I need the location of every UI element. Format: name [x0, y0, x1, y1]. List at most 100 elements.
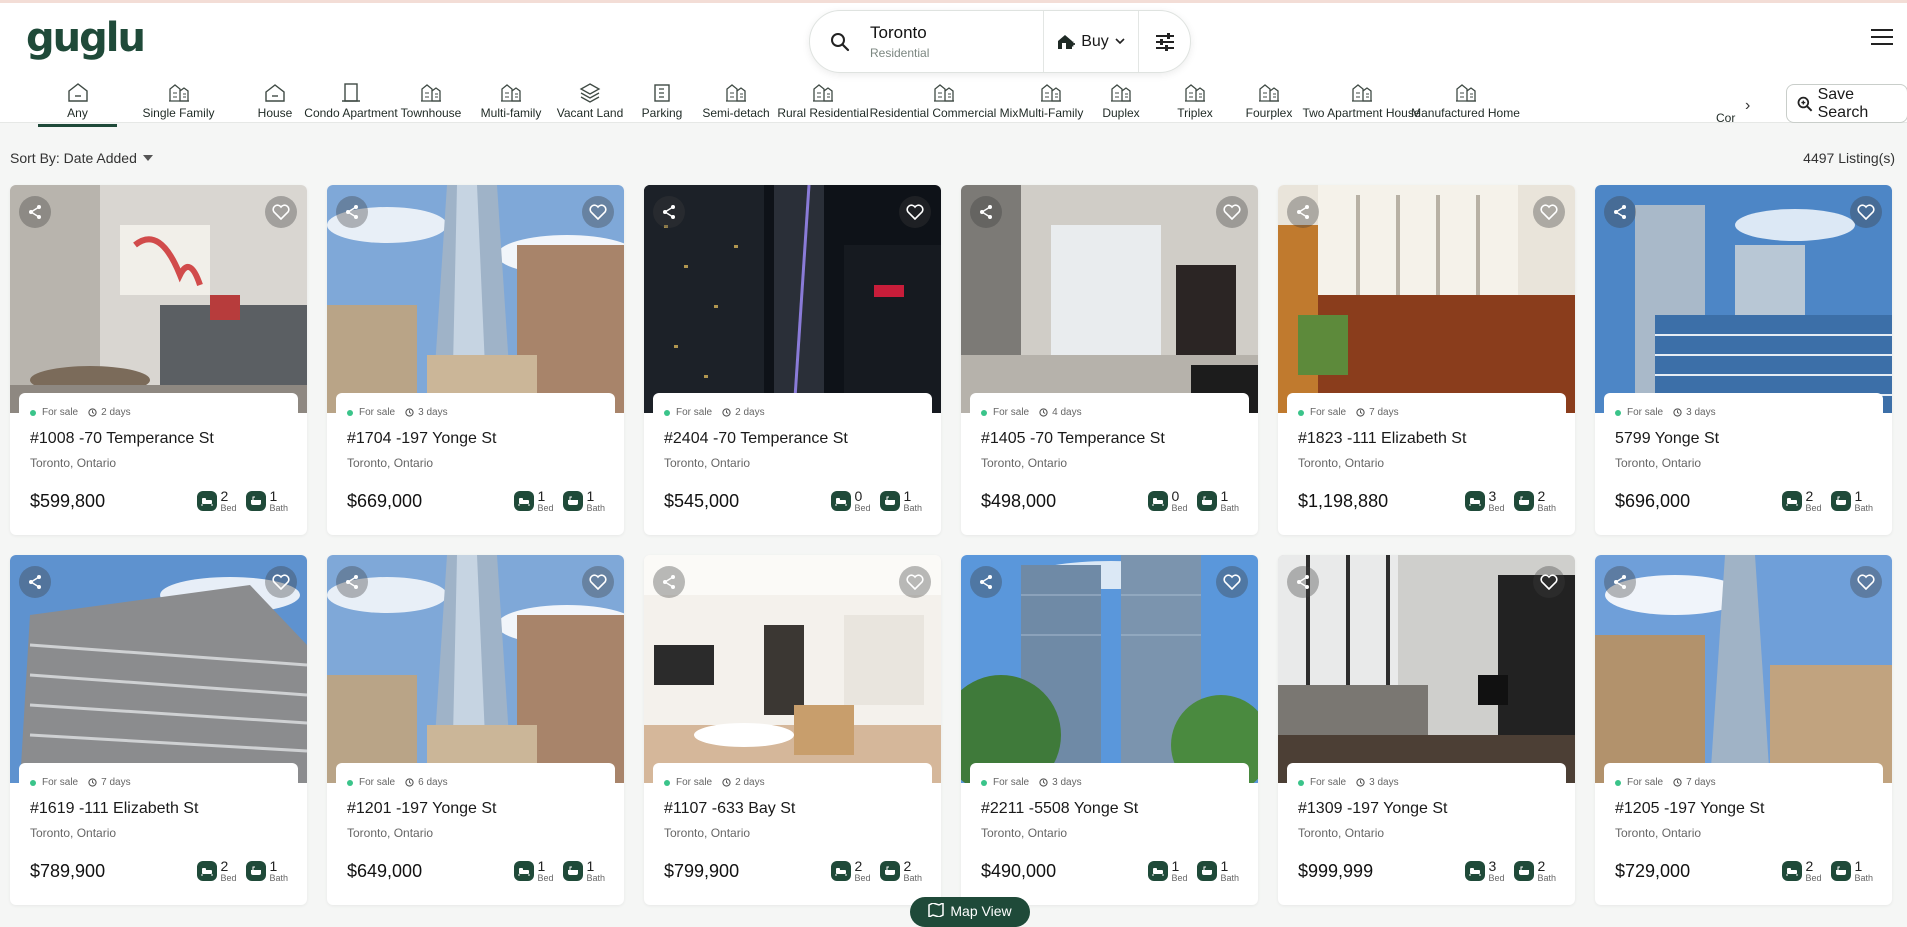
listing-photo[interactable]: [961, 185, 1258, 413]
listing-address[interactable]: #1823 -111 Elizabeth St: [1298, 430, 1556, 448]
heart-icon[interactable]: [1850, 196, 1882, 228]
listing-photo[interactable]: [10, 555, 307, 783]
category-clipped-label[interactable]: Cor: [1716, 111, 1735, 125]
share-icon[interactable]: [970, 196, 1002, 228]
listing-address[interactable]: #2211 -5508 Yonge St: [981, 800, 1239, 818]
listing-card[interactable]: For sale 3 days #1309 -197 Yonge St Toro…: [1278, 555, 1575, 905]
listing-address[interactable]: #1405 -70 Temperance St: [981, 430, 1239, 448]
category-residential-commercial-mix[interactable]: Residential Commercial Mix: [870, 81, 1018, 125]
bed-count: 1: [1171, 858, 1180, 874]
category-rural-residential[interactable]: Rural Residential: [776, 81, 870, 125]
listing-age: 3 days: [1686, 407, 1716, 418]
listing-address[interactable]: #1309 -197 Yonge St: [1298, 800, 1556, 818]
category-multi-family[interactable]: Multi-family: [470, 81, 552, 125]
listing-card[interactable]: For sale 7 days #1205 -197 Yonge St Toro…: [1595, 555, 1892, 905]
category-two-apartment-house[interactable]: Two Apartment House: [1302, 81, 1421, 125]
listing-card[interactable]: For sale 3 days 5799 Yonge St Toronto, O…: [1595, 185, 1892, 535]
category-duplex[interactable]: Duplex: [1084, 81, 1158, 125]
listing-card[interactable]: For sale 2 days #1107 -633 Bay St Toront…: [644, 555, 941, 905]
share-icon[interactable]: [1287, 196, 1319, 228]
listing-card[interactable]: For sale 6 days #1201 -197 Yonge St Toro…: [327, 555, 624, 905]
listing-card[interactable]: For sale 7 days #1619 -111 Elizabeth St …: [10, 555, 307, 905]
listing-address[interactable]: #1619 -111 Elizabeth St: [30, 800, 288, 818]
listing-card[interactable]: For sale 3 days #2211 -5508 Yonge St Tor…: [961, 555, 1258, 905]
listing-card[interactable]: For sale 7 days #1823 -111 Elizabeth St …: [1278, 185, 1575, 535]
heart-icon[interactable]: [265, 566, 297, 598]
listing-address[interactable]: #2404 -70 Temperance St: [664, 430, 922, 448]
listing-price: $490,000: [981, 860, 1057, 881]
heart-icon[interactable]: [1850, 566, 1882, 598]
category-townhouse[interactable]: Townhouse: [392, 81, 470, 125]
heart-icon[interactable]: [265, 196, 297, 228]
share-icon[interactable]: [653, 566, 685, 598]
listing-card[interactable]: For sale 4 days #1405 -70 Temperance St …: [961, 185, 1258, 535]
listing-photo[interactable]: [644, 555, 941, 783]
listing-address[interactable]: #1107 -633 Bay St: [664, 800, 922, 818]
buy-dropdown[interactable]: Buy: [1044, 11, 1139, 72]
share-icon[interactable]: [1287, 566, 1319, 598]
listing-address[interactable]: #1201 -197 Yonge St: [347, 800, 605, 818]
heart-icon[interactable]: [582, 566, 614, 598]
listing-card[interactable]: For sale 2 days #2404 -70 Temperance St …: [644, 185, 941, 535]
listing-address[interactable]: #1704 -197 Yonge St: [347, 430, 605, 448]
sort-dropdown[interactable]: Sort By: Date Added: [10, 150, 153, 166]
guglu-logo[interactable]: guglu: [26, 15, 146, 61]
share-icon[interactable]: [970, 566, 1002, 598]
category-fourplex[interactable]: Fourplex: [1232, 81, 1306, 125]
listing-card[interactable]: For sale 2 days #1008 -70 Temperance St …: [10, 185, 307, 535]
save-search-button[interactable]: Save Search: [1786, 84, 1907, 123]
heart-icon[interactable]: [582, 196, 614, 228]
filter-button[interactable]: [1139, 11, 1190, 72]
listing-photo[interactable]: [327, 555, 624, 783]
listing-price: $545,000: [664, 490, 740, 511]
search-icon[interactable]: [810, 32, 870, 52]
category-condo-apartment[interactable]: Condo Apartment: [304, 81, 398, 125]
listing-photo[interactable]: [10, 185, 307, 413]
listing-photo[interactable]: [961, 555, 1258, 783]
search-plus-icon: [1797, 96, 1813, 112]
heart-icon[interactable]: [1533, 196, 1565, 228]
listing-photo[interactable]: [1278, 185, 1575, 413]
hamburger-menu-icon[interactable]: [1871, 29, 1893, 49]
bath-label: Bath: [1220, 503, 1239, 513]
share-icon[interactable]: [1604, 566, 1636, 598]
search-location[interactable]: Toronto Residential: [870, 11, 1044, 72]
heart-icon[interactable]: [1216, 196, 1248, 228]
category-house[interactable]: House: [240, 81, 310, 125]
heart-icon[interactable]: [1533, 566, 1565, 598]
share-icon[interactable]: [19, 566, 51, 598]
share-icon[interactable]: [19, 196, 51, 228]
chevron-right-icon[interactable]: ›: [1745, 97, 1750, 115]
category-triplex[interactable]: Triplex: [1158, 81, 1232, 125]
listing-photo[interactable]: [1595, 555, 1892, 783]
listing-photo[interactable]: [1595, 185, 1892, 413]
heart-icon[interactable]: [899, 566, 931, 598]
listing-photo[interactable]: [1278, 555, 1575, 783]
listing-card[interactable]: For sale 3 days #1704 -197 Yonge St Toro…: [327, 185, 624, 535]
clock-icon: [1673, 408, 1682, 417]
heart-icon[interactable]: [1216, 566, 1248, 598]
heart-icon[interactable]: [899, 196, 931, 228]
category-semi-detach[interactable]: Semi-detach: [696, 81, 776, 125]
map-view-button[interactable]: Map View: [910, 897, 1030, 927]
bed-label: Bed: [220, 873, 237, 883]
search-bar[interactable]: Toronto Residential Buy: [809, 10, 1191, 73]
category-multi-family[interactable]: Multi-Family: [1018, 81, 1084, 125]
category-parking[interactable]: Parking: [628, 81, 696, 125]
listing-photo[interactable]: [327, 185, 624, 413]
listing-bottom-row: $498,000 0 Bed 1 Bath: [981, 489, 1239, 513]
listing-address[interactable]: 5799 Yonge St: [1615, 430, 1873, 448]
category-single-family[interactable]: Single Family: [117, 81, 240, 125]
share-icon[interactable]: [653, 196, 685, 228]
share-icon[interactable]: [336, 566, 368, 598]
share-icon[interactable]: [336, 196, 368, 228]
category-manufactured-home[interactable]: Manufactured Home: [1411, 81, 1520, 125]
category-any[interactable]: Any: [38, 81, 117, 127]
share-icon[interactable]: [1604, 196, 1636, 228]
category-vacant-land[interactable]: Vacant Land: [552, 81, 628, 125]
listing-photo[interactable]: [644, 185, 941, 413]
listing-address[interactable]: #1205 -197 Yonge St: [1615, 800, 1873, 818]
bed-count: 2: [1805, 488, 1814, 504]
bed-label: Bed: [220, 503, 237, 513]
listing-address[interactable]: #1008 -70 Temperance St: [30, 430, 288, 448]
